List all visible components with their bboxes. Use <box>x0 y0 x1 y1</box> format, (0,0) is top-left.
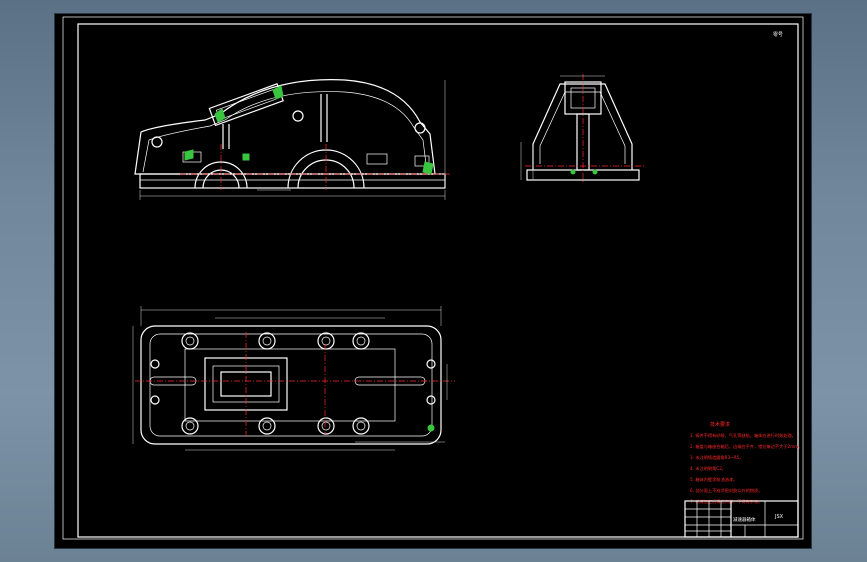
sheet-tag: 零号 <box>773 32 783 38</box>
note-item: 4. 未注明倒角C2。 <box>690 465 726 472</box>
title-block-name: 减速器箱体 <box>733 516 756 523</box>
outer-sheet-border <box>62 16 804 540</box>
note-item: 2. 箱盖与箱座合箱后，边缘应平齐，错位每边不大于2mm。 <box>690 443 802 450</box>
title-block-code: JSX <box>774 514 784 520</box>
note-item: 6. 剖分面上不准涂密封胶以外的物质。 <box>690 487 762 494</box>
note-item: 5. 箱体内壁涂耐油油漆。 <box>690 476 737 483</box>
note-item: 3. 未注明铸造圆角R3~R5。 <box>690 454 743 461</box>
notes-heading: 技术要求 <box>710 421 730 428</box>
inner-sheet-border <box>77 23 799 538</box>
cad-drawing: 零号 技术要求 1. 铸件不得有砂眼、气孔等缺陷，箱体应进行时效处理。 2. 箱… <box>62 16 804 540</box>
title-block: 减速器箱体 JSX <box>684 500 799 538</box>
technical-notes: 技术要求 1. 铸件不得有砂眼、气孔等缺陷，箱体应进行时效处理。 2. 箱盖与箱… <box>690 421 802 505</box>
top-view <box>132 306 455 451</box>
note-item: 1. 铸件不得有砂眼、气孔等缺陷，箱体应进行时效处理。 <box>690 432 796 439</box>
drawing-viewport[interactable]: 零号 技术要求 1. 铸件不得有砂眼、气孔等缺陷，箱体应进行时效处理。 2. 箱… <box>55 14 811 548</box>
front-view <box>134 79 450 200</box>
side-view <box>520 74 645 184</box>
